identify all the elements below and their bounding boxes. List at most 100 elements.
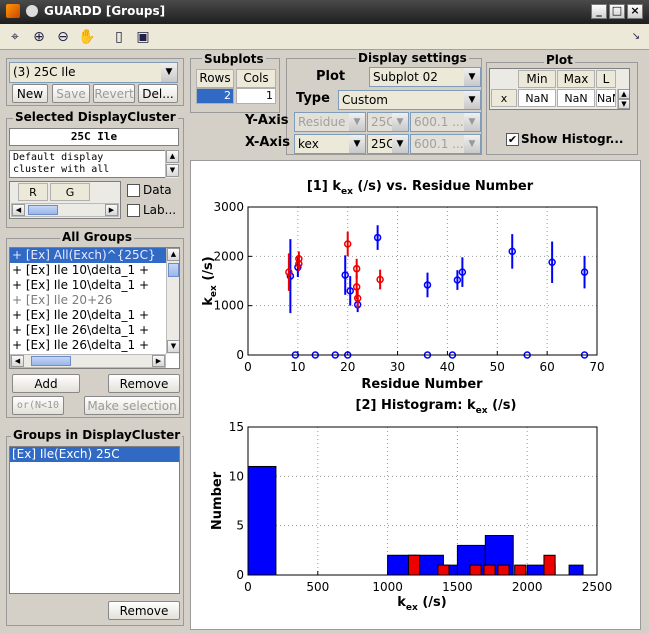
remove-from-cluster-button[interactable]: Remove [108,601,180,620]
chart1-x-tick-label: 60 [540,360,555,374]
scroll-down-icon[interactable]: ▼ [618,99,629,109]
scroll-up-icon[interactable]: ▲ [166,150,179,163]
show-histogram-label: Show Histogr... [521,132,624,146]
plot-panel-title: Plot [544,53,575,67]
scroll-right-icon[interactable]: ▶ [152,355,165,367]
revert-button[interactable]: Revert [93,84,135,103]
histogram-bar [514,564,527,576]
list-item[interactable]: + [Ex] Ile 26\delta_1 + [10,323,179,338]
chart1-xlabel: Residue Number [361,377,483,392]
color-table-hscroll[interactable]: ◀ ▶ [11,203,119,217]
chart2-y-tick-label: 0 [236,568,244,582]
pan-hand-icon[interactable]: ✋ [77,27,97,47]
or-n-button[interactable]: or(N<10 [12,396,64,415]
title-bar: GUARDD [Groups] _ □ × [0,0,649,24]
chart2-y-tick-label: 15 [229,420,244,434]
charts-svg: [1] kex (/s) vs. Residue Number Residue … [201,179,612,613]
y-temperature-dropdown[interactable]: 25C ▼ [367,112,409,132]
rows-value[interactable]: 2 [196,88,234,104]
y-axis-label: Y-Axis [245,113,289,128]
zoom-out-icon[interactable]: ⊖ [53,27,73,47]
save-disk-icon[interactable]: ▣ [133,27,153,47]
new-button[interactable]: New [12,84,48,103]
limits-vscroll[interactable]: ▲ ▼ [617,89,629,109]
y-field-dropdown[interactable]: 600.1 ... ▼ [410,112,481,132]
scroll-up-icon[interactable]: ▲ [167,248,179,261]
x-temperature-dropdown[interactable]: 25C ▼ [367,134,409,154]
list-item[interactable]: + [Ex] All(Exch)^{25C} [10,248,179,263]
type-label: Type [296,91,330,106]
chevron-down-icon: ▼ [464,68,480,86]
type-dropdown[interactable]: Custom ▼ [338,90,481,110]
data-checkbox-label: Data [143,183,172,197]
group-dropdown[interactable]: (3) 25C Ile ▼ [9,62,178,83]
new-document-icon[interactable]: ▯ [109,27,129,47]
histogram-bar [568,564,584,576]
chevron-down-icon: ▼ [349,113,365,131]
scroll-left-icon[interactable]: ◀ [12,204,25,216]
list-item[interactable]: [Ex] Ile(Exch) 25C [10,447,179,462]
chart1-x-tick-label: 20 [340,360,355,374]
list-item[interactable]: + [Ex] Ile 10\delta_1 + [10,263,179,278]
y-field-value: 600.1 ... [414,115,464,129]
save-button[interactable]: Save [52,84,90,103]
l-header: L [596,70,616,88]
scroll-down-icon[interactable]: ▼ [167,340,179,353]
plot-dropdown-value: Subplot 02 [373,70,438,84]
all-groups-vscroll[interactable]: ▲ ▼ [166,248,179,354]
chart2-x-tick-label: 0 [244,580,252,594]
labels-checkbox[interactable] [127,204,140,217]
x-row-header: x [491,89,517,107]
cluster-description-field[interactable]: Default display cluster with all [9,150,167,178]
x-min-cell[interactable]: NaN [518,89,556,107]
histogram-bar [247,465,277,576]
cols-value[interactable]: 1 [236,88,276,104]
min-header: Min [518,70,556,88]
cluster-name-field[interactable]: 25C Ile [9,128,179,146]
scroll-up-icon[interactable]: ▲ [618,89,629,99]
show-histogram-checkbox[interactable]: ✔ [506,133,519,146]
delete-button[interactable]: Del... [138,84,178,103]
plot-dropdown[interactable]: Subplot 02 ▼ [369,67,481,87]
y-variable-dropdown[interactable]: Residue ▼ [294,112,366,132]
list-item[interactable]: + [Ex] Ile 26\delta_1 + [10,338,179,353]
groups-in-cluster-list[interactable]: [Ex] Ile(Exch) 25C [9,446,180,594]
scatter-chart: [1] kex (/s) vs. Residue Number Residue … [201,179,605,392]
scroll-right-icon[interactable]: ▶ [105,204,118,216]
chart2-y-tick-label: 5 [236,519,244,533]
chart1-x-tick-label: 40 [440,360,455,374]
zoom-in-icon[interactable]: ⊕ [29,27,49,47]
close-button[interactable]: × [627,4,643,19]
window-menu-icon[interactable] [26,5,38,17]
minimize-button[interactable]: _ [591,4,607,19]
make-selection-button[interactable]: Make selection [84,396,180,415]
scroll-down-icon[interactable]: ▼ [166,164,179,177]
scroll-left-icon[interactable]: ◀ [11,355,24,367]
histogram-chart: [2] Histogram: kex (/s) kex (/s) Number … [210,398,612,613]
edit-plot-icon[interactable]: ⌖ [5,27,25,47]
chevron-down-icon: ▼ [464,135,480,153]
chart2-y-tick-label: 10 [229,469,244,483]
scroll-thumb[interactable] [168,263,179,277]
all-groups-list[interactable]: + [Ex] All(Exch)^{25C} + [Ex] Ile 10\del… [9,247,180,369]
x-field-dropdown[interactable]: 600.1 ... ▼ [410,134,481,154]
data-checkbox[interactable] [127,184,140,197]
x-variable-dropdown[interactable]: kex ▼ [294,134,366,154]
remove-group-button[interactable]: Remove [108,374,180,393]
chart2-xlabel: kex (/s) [397,595,446,613]
maximize-button[interactable]: □ [609,4,625,19]
chart1-y-tick-label: 3000 [213,200,244,214]
chart2-x-tick-label: 2000 [512,580,543,594]
list-item[interactable]: + [Ex] Ile 10\delta_1 + [10,278,179,293]
scroll-thumb[interactable] [31,356,71,366]
scroll-thumb[interactable] [28,205,58,215]
toolbar-dock-icon[interactable]: ↘ [626,27,646,47]
x-max-cell[interactable]: NaN [557,89,595,107]
description-scrollbar[interactable]: ▲ ▼ [165,150,179,178]
x-l-cell[interactable]: NaN [596,89,616,107]
histogram-bar [497,564,510,576]
add-button[interactable]: Add [12,374,80,393]
all-groups-hscroll[interactable]: ◀ ▶ [10,354,166,368]
list-item[interactable]: + [Ex] Ile 20+26 [10,293,179,308]
list-item[interactable]: + [Ex] Ile 20\delta_1 + [10,308,179,323]
